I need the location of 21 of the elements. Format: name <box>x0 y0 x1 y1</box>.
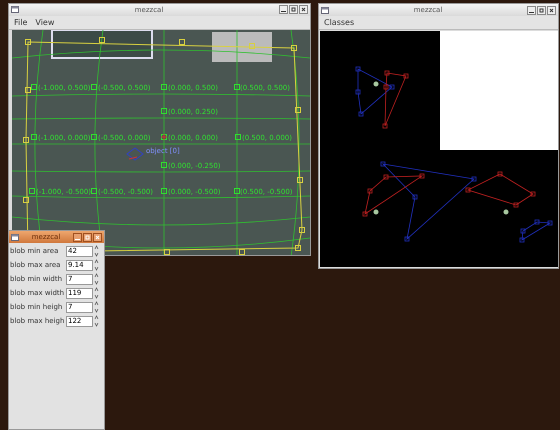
close-icon[interactable] <box>299 5 308 14</box>
close-icon[interactable] <box>93 232 102 242</box>
maximize-icon[interactable] <box>289 5 298 14</box>
maximize-icon[interactable] <box>83 232 92 242</box>
maximize-icon[interactable] <box>537 6 546 14</box>
spinner-icon[interactable] <box>94 273 99 285</box>
menu-item[interactable]: Classes <box>324 18 354 27</box>
minimize-icon[interactable] <box>73 232 82 242</box>
window-icon[interactable] <box>11 234 19 240</box>
spinner-icon[interactable] <box>94 259 99 271</box>
window-icon[interactable] <box>321 6 329 14</box>
menu-item[interactable]: File <box>14 18 28 27</box>
spinner-icon[interactable] <box>94 301 99 313</box>
menu-item[interactable]: View <box>35 18 54 27</box>
spinner-icon[interactable] <box>94 287 99 299</box>
spinner-icon[interactable] <box>94 245 99 257</box>
spinner-icon[interactable] <box>94 315 99 327</box>
minimize-icon[interactable] <box>279 5 288 14</box>
window-icon[interactable] <box>11 6 19 14</box>
close-icon[interactable] <box>547 6 556 14</box>
minimize-icon[interactable] <box>527 6 536 14</box>
